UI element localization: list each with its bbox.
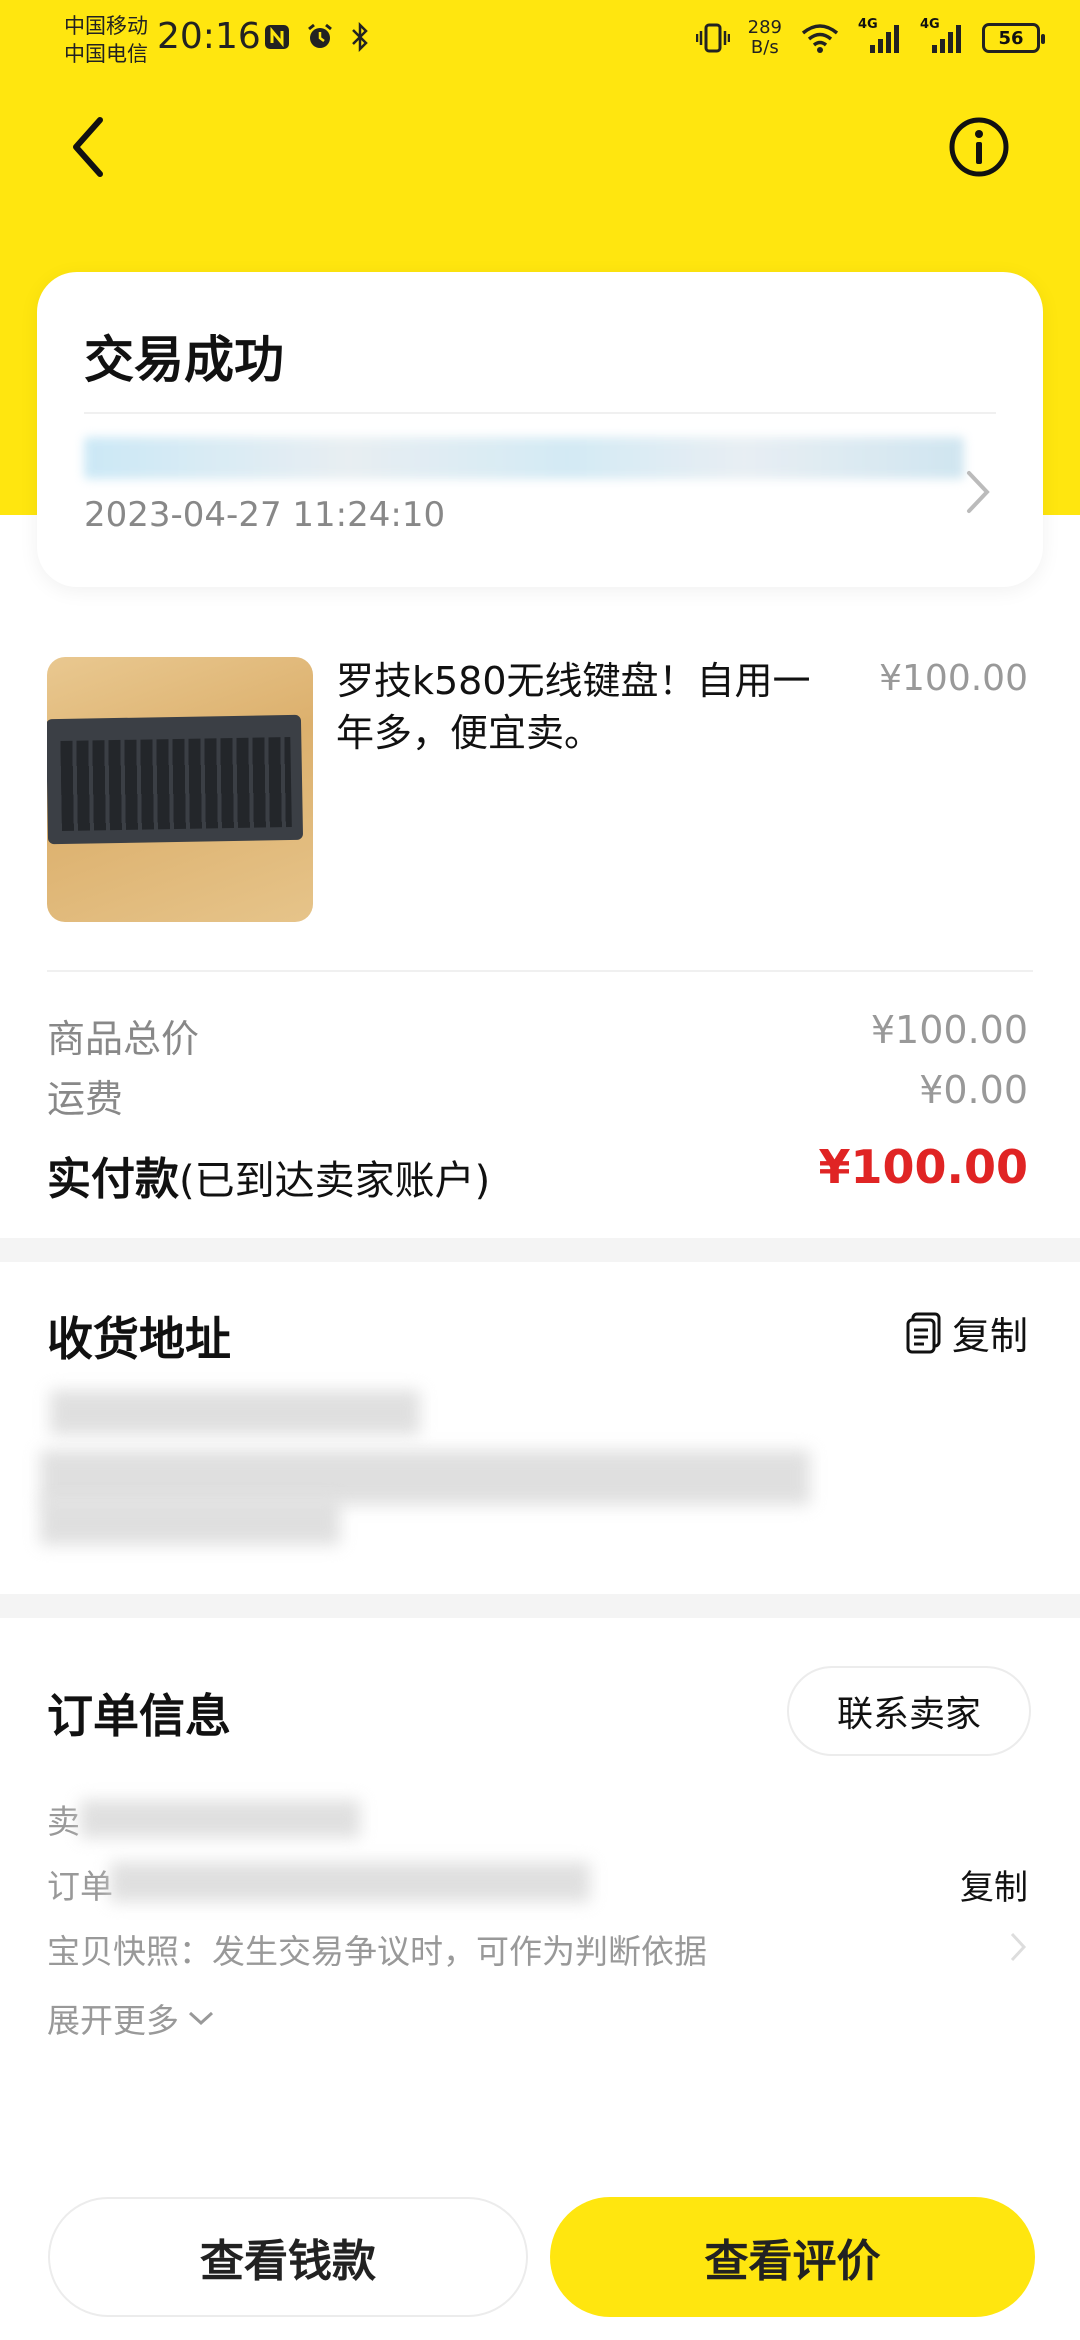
paid-label: 实付款(已到达卖家账户) bbox=[47, 1143, 490, 1207]
carrier-1: 中国移动 bbox=[64, 14, 148, 38]
section-gap-1 bbox=[0, 1238, 1080, 1262]
speed-unit: B/s bbox=[750, 37, 779, 58]
blurred-seller-name bbox=[80, 1800, 360, 1838]
paid-value: ¥100.00 bbox=[818, 1140, 1028, 1194]
contact-seller-button[interactable]: 联系卖家 bbox=[787, 1666, 1031, 1756]
paid-label-main: 实付款 bbox=[47, 1154, 179, 1205]
carrier-names: 中国移动 中国电信 bbox=[64, 12, 148, 68]
copy-icon bbox=[906, 1312, 941, 1353]
status-time-stamp: 2023-04-27 11:24:10 bbox=[84, 495, 446, 535]
blurred-address-line-1 bbox=[40, 1450, 810, 1505]
keyboard-image bbox=[47, 714, 304, 845]
product-price: ¥100.00 bbox=[879, 658, 1028, 699]
copy-order-button[interactable]: 复制 bbox=[960, 1860, 1028, 1909]
nfc-icon bbox=[265, 25, 289, 49]
status-divider bbox=[84, 412, 996, 414]
expand-more-button[interactable]: 展开更多 bbox=[47, 1994, 215, 2042]
seller-label: 卖 bbox=[47, 1802, 80, 1841]
status-icons-left bbox=[263, 22, 371, 52]
shipping-label: 运费 bbox=[47, 1077, 124, 1121]
status-icons-right: 289 B/s 4G 4G 56 bbox=[695, 17, 1045, 58]
chevron-right-icon bbox=[1010, 1932, 1027, 1962]
speed-value: 289 bbox=[747, 17, 782, 38]
signal-1: 4G bbox=[858, 17, 902, 55]
paid-note: (已到达卖家账户) bbox=[179, 1158, 491, 1204]
battery-indicator: 56 bbox=[982, 23, 1045, 53]
wifi-icon bbox=[801, 24, 839, 53]
blurred-address-line-2 bbox=[40, 1500, 340, 1545]
alarm-icon bbox=[308, 23, 332, 48]
info-circle-icon[interactable] bbox=[946, 114, 1012, 180]
chevron-right-icon bbox=[967, 471, 990, 513]
signal-2: 4G bbox=[920, 17, 964, 55]
copy-address-label: 复制 bbox=[951, 1314, 1028, 1358]
back-chevron-icon[interactable] bbox=[64, 112, 114, 182]
order-number-label: 订单 bbox=[47, 1867, 113, 1906]
transaction-status-card[interactable]: 交易成功 2023-04-27 11:24:10 bbox=[37, 272, 1043, 587]
address-title: 收货地址 bbox=[47, 1312, 231, 1366]
view-review-button[interactable]: 查看评价 bbox=[550, 2197, 1035, 2317]
bluetooth-icon bbox=[352, 22, 368, 52]
copy-address-button[interactable]: 复制 bbox=[904, 1305, 1028, 1360]
product-title[interactable]: 罗技k580无线键盘！自用一年多，便宜卖。 bbox=[336, 655, 826, 759]
section-gap-2 bbox=[0, 1594, 1080, 1618]
blurred-order-number bbox=[110, 1862, 590, 1902]
carrier-2: 中国电信 bbox=[64, 42, 148, 66]
net-type-2: 4G bbox=[920, 17, 940, 32]
price-divider bbox=[47, 970, 1033, 972]
vibrate-icon bbox=[695, 23, 730, 53]
order-info-title: 订单信息 bbox=[47, 1689, 231, 1743]
network-speed: 289 B/s bbox=[748, 18, 782, 58]
blurred-recipient bbox=[50, 1390, 420, 1435]
product-image[interactable] bbox=[47, 657, 313, 922]
blurred-logistics-text bbox=[84, 437, 964, 479]
items-total-label: 商品总价 bbox=[47, 1017, 200, 1061]
expand-more-label: 展开更多 bbox=[47, 2001, 179, 2040]
status-time: 20:16 bbox=[157, 16, 261, 57]
status-bar: 中国移动 中国电信 20:16 289 B/s 4G 4G 56 bbox=[0, 0, 1080, 80]
view-money-button[interactable]: 查看钱款 bbox=[48, 2197, 528, 2317]
status-title: 交易成功 bbox=[84, 331, 284, 389]
items-total-value: ¥100.00 bbox=[870, 1008, 1028, 1052]
chevron-down-icon bbox=[188, 2011, 214, 2026]
shipping-value: ¥0.00 bbox=[919, 1068, 1028, 1112]
snapshot-text[interactable]: 宝贝快照：发生交易争议时，可作为判断依据 bbox=[47, 1925, 707, 1973]
net-type-1: 4G bbox=[858, 17, 878, 32]
